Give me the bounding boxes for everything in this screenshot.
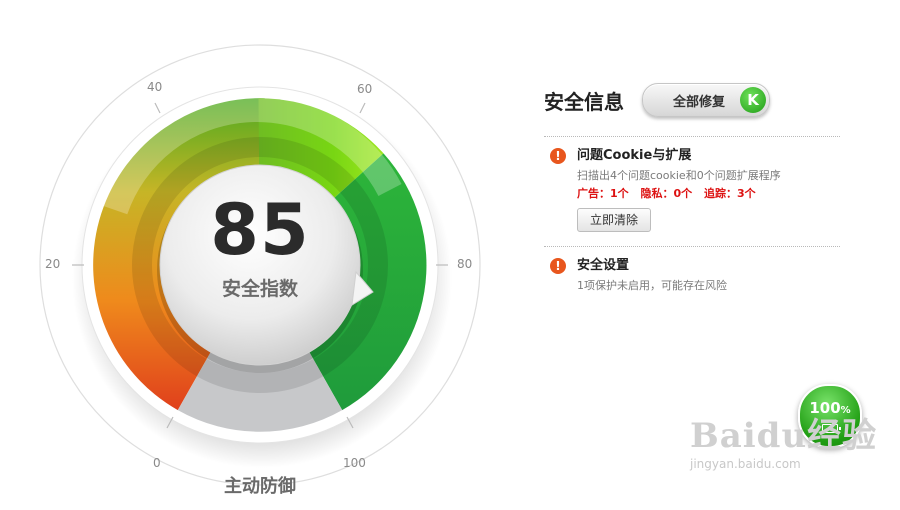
baidu-watermark: Baidu经验 jingyan.baidu.com [690, 408, 877, 471]
tick-mark-60 [359, 102, 366, 114]
stat-privacy: 隐私：0个 [640, 187, 693, 200]
stat-tracking: 追踪：3个 [704, 187, 756, 200]
k-logo-icon: K [740, 87, 766, 113]
issue-cookie-extensions: ! 问题Cookie与扩展 扫描出4个问题cookie和0个问题扩展程序 广告：… [544, 147, 840, 232]
tick-label-0: 0 [153, 456, 161, 470]
divider [544, 246, 840, 247]
security-score: 85 [210, 189, 310, 271]
tick-label-20: 20 [45, 257, 61, 271]
fix-all-label: 全部修复 [673, 95, 726, 110]
active-defense-label[interactable]: 主动防御 [160, 472, 360, 498]
panel-header: 安全信息 全部修复 K [544, 80, 840, 120]
warning-icon: ! [550, 258, 566, 274]
issue-title: 安全设置 [577, 258, 630, 273]
security-score-label: 安全指数 [221, 278, 298, 300]
issue-stats: 广告：1个 隐私：0个 追踪：3个 [577, 186, 840, 202]
score-display: 85 安全指数 [160, 190, 360, 301]
panel-title: 安全信息 [544, 89, 624, 114]
security-info-panel: 安全信息 全部修复 K ! 问题Cookie与扩展 扫描出4个问题cookie和… [544, 80, 840, 294]
issue-title: 问题Cookie与扩展 [577, 148, 692, 163]
watermark-brand: Baidu经验 [690, 416, 878, 456]
warning-icon: ! [550, 148, 566, 164]
clean-now-button[interactable]: 立即清除 [577, 208, 652, 232]
issue-security-settings: ! 安全设置 1项保护未启用，可能存在风险 [544, 257, 840, 294]
stat-ads: 广告：1个 [577, 187, 629, 200]
divider [544, 136, 840, 137]
tick-label-80: 80 [457, 257, 473, 271]
watermark-url: jingyan.baidu.com [690, 457, 801, 471]
issue-description: 扫描出4个问题cookie和0个问题扩展程序 [577, 169, 781, 182]
issue-description: 1项保护未启用，可能存在风险 [577, 279, 727, 292]
fix-all-button[interactable]: 全部修复 K [642, 83, 770, 117]
tick-mark-40 [154, 102, 161, 114]
tick-label-100: 100 [343, 456, 366, 470]
tick-label-60: 60 [357, 82, 373, 96]
tick-label-40: 40 [147, 80, 163, 94]
